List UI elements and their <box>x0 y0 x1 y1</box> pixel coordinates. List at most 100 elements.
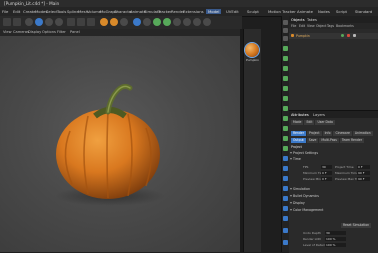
fps-field[interactable]: 30 <box>321 165 332 169</box>
section-simulation[interactable]: Simulation <box>293 187 310 191</box>
subdivision-icon[interactable] <box>153 18 161 26</box>
render-settings-icon[interactable] <box>120 18 128 26</box>
layout-animate[interactable]: Animate <box>297 9 313 14</box>
redo-icon[interactable] <box>13 18 21 26</box>
layout-script[interactable]: Script <box>336 9 347 14</box>
live-selection-icon[interactable] <box>25 18 33 26</box>
viewport-menu-options[interactable]: Options <box>42 30 56 34</box>
layout-nodes[interactable]: Nodes <box>318 9 330 14</box>
x-axis-icon[interactable] <box>67 18 75 26</box>
points-mode-icon[interactable] <box>283 20 288 25</box>
viewport-menu-display[interactable]: Display <box>28 30 41 34</box>
max-time-field[interactable]: 90 F <box>357 171 370 175</box>
cube-icon[interactable] <box>133 18 141 26</box>
3d-viewport[interactable] <box>0 36 240 252</box>
layout-standard[interactable]: Standard <box>355 9 372 14</box>
redshift-icon[interactable] <box>283 206 288 211</box>
attr-menu-user-data[interactable]: User Data <box>315 120 335 125</box>
preview-max-field[interactable]: 90 F <box>357 177 370 181</box>
polygons-mode-icon[interactable] <box>283 36 288 41</box>
subsection-project-settings[interactable]: Project Settings <box>293 151 318 155</box>
material-thumbnail[interactable] <box>244 42 260 58</box>
attr-menu-mode[interactable]: Mode <box>291 120 304 125</box>
phong-tag-icon[interactable] <box>353 34 356 37</box>
expand-display-icon[interactable] <box>290 202 292 204</box>
expand-bullet-icon[interactable] <box>290 195 292 197</box>
project-time-field[interactable]: 0 F <box>357 165 370 169</box>
tab-layers[interactable]: Layers <box>313 113 325 117</box>
expand-simulation-icon[interactable] <box>290 188 292 190</box>
y-axis-icon[interactable] <box>77 18 85 26</box>
floor-icon[interactable] <box>183 18 191 26</box>
mograph-icon[interactable] <box>173 18 181 26</box>
layout-model[interactable]: Model <box>206 8 222 14</box>
section-display[interactable]: Display <box>293 201 305 205</box>
subsection-time[interactable]: Time <box>293 157 301 161</box>
section-color-management[interactable]: Color Management <box>293 208 323 212</box>
expand-color-management-icon[interactable] <box>290 209 292 211</box>
layout-sculpt[interactable]: Sculpt <box>247 9 259 14</box>
attr-tab-save[interactable]: Save <box>306 138 319 143</box>
attr-tab-info[interactable]: Info <box>322 131 333 136</box>
sculpt-icon[interactable] <box>283 136 288 141</box>
tweak-icon[interactable] <box>283 126 288 131</box>
objects-menu-file[interactable]: File <box>291 24 296 28</box>
lock-icon[interactable] <box>283 116 288 121</box>
attr-tab-cineware[interactable]: Cineware <box>333 131 352 136</box>
scale-icon[interactable] <box>45 18 53 26</box>
cache-icon[interactable] <box>283 196 288 201</box>
object-name[interactable]: Pumpkin <box>296 34 310 38</box>
attr-tab-animation[interactable]: Animation <box>352 131 373 136</box>
menu-file[interactable]: File <box>2 9 8 14</box>
solo-icon[interactable] <box>283 106 288 111</box>
axis-mode-icon[interactable] <box>283 66 288 71</box>
attr-tab-project[interactable]: Project <box>307 131 322 136</box>
help-icon[interactable] <box>283 240 288 245</box>
menu-spline[interactable]: Spline <box>67 9 79 14</box>
edges-mode-icon[interactable] <box>283 28 288 33</box>
render-view-icon[interactable] <box>100 18 108 26</box>
attr-menu-edit[interactable]: Edit <box>304 120 315 125</box>
visibility-icon[interactable] <box>341 34 344 37</box>
section-bullet-dynamics[interactable]: Bullet Dynamics <box>293 194 319 198</box>
viewport-menu-panel[interactable]: Panel <box>70 30 80 34</box>
asset-browser-icon[interactable] <box>283 216 288 221</box>
render-lod-field[interactable]: 100 % <box>325 237 346 241</box>
material-tag-icon[interactable] <box>347 34 350 37</box>
menu-tools[interactable]: Tools <box>57 9 66 14</box>
camera-icon[interactable] <box>193 18 201 26</box>
render-region-icon[interactable] <box>283 186 288 191</box>
layers-icon[interactable] <box>283 176 288 181</box>
tab-attributes[interactable]: Attributes <box>291 113 309 117</box>
min-time-field[interactable]: 0 F <box>321 171 332 175</box>
z-axis-icon[interactable] <box>87 18 95 26</box>
undo-depth-field[interactable]: 30 <box>325 231 346 235</box>
attr-tab-render[interactable]: Render <box>291 131 307 136</box>
viewport-menu-filter[interactable]: Filter <box>57 30 66 34</box>
objects-menu-bookmarks[interactable]: Bookmarks <box>336 24 354 28</box>
move-icon[interactable] <box>35 18 43 26</box>
menu-tracker[interactable]: Tracker <box>158 9 172 14</box>
objects-menu-object[interactable]: Object <box>316 24 326 28</box>
objects-menu-view[interactable]: View <box>307 24 315 28</box>
viewport-menu-view[interactable]: View <box>3 30 12 34</box>
menu-volume[interactable]: Volume <box>87 9 101 14</box>
texture-mode-icon[interactable] <box>283 56 288 61</box>
attr-tab-team-render[interactable]: Team Render <box>339 138 365 143</box>
menu-extensions[interactable]: Extensions <box>183 9 204 14</box>
layout-motion-tracker[interactable]: Motion Tracker <box>268 9 296 14</box>
viewport-solo-icon[interactable] <box>283 156 288 161</box>
attr-tab-multipass[interactable]: Multi-Pass <box>319 138 339 143</box>
menu-create[interactable]: Create <box>23 9 36 14</box>
object-row[interactable]: Pumpkin <box>289 33 378 39</box>
display-icon[interactable] <box>283 166 288 171</box>
expand-time-icon[interactable] <box>290 158 292 160</box>
attr-tab-output[interactable]: Output <box>291 138 306 143</box>
tab-takes[interactable]: Takes <box>307 18 317 22</box>
paint-icon[interactable] <box>283 146 288 151</box>
menu-select[interactable]: Select <box>46 9 58 14</box>
workplane-icon[interactable] <box>283 86 288 91</box>
tab-objects[interactable]: Objects <box>291 18 305 22</box>
preview-min-field[interactable]: 0 F <box>321 177 332 181</box>
snap-icon[interactable] <box>283 76 288 81</box>
